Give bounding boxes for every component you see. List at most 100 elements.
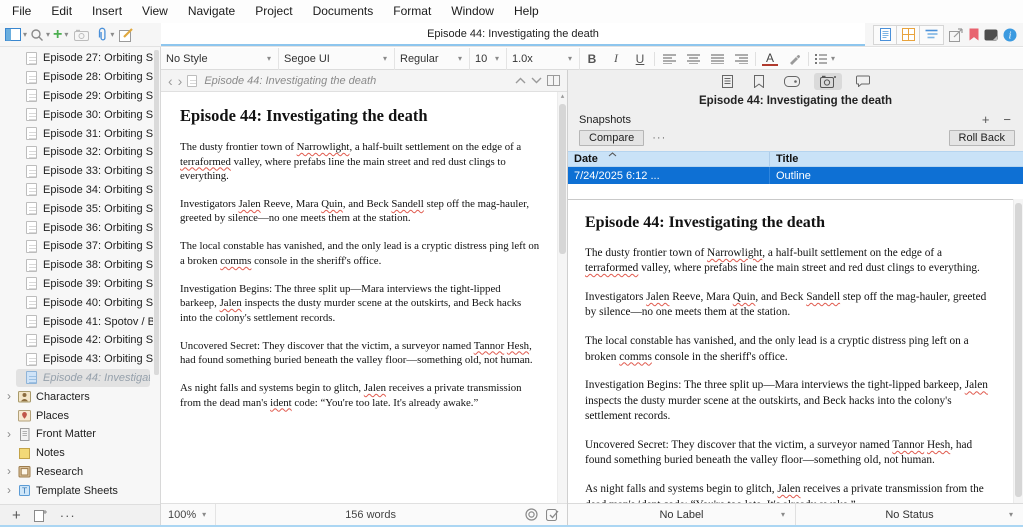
snapshot-add-button[interactable]: + bbox=[982, 112, 990, 127]
binder-item-document[interactable]: Episode 40: Orbiting Spotov bbox=[0, 293, 153, 312]
snapshot-button-disabled[interactable] bbox=[74, 29, 89, 41]
list-format-button[interactable]: ▾ bbox=[811, 54, 841, 64]
share-export-button[interactable] bbox=[949, 28, 964, 42]
menu-view[interactable]: View bbox=[132, 0, 178, 23]
font-size-dropdown[interactable]: 10▾ bbox=[470, 48, 507, 70]
snapshots-more-button[interactable]: ··· bbox=[652, 132, 666, 144]
project-bookmark-button[interactable] bbox=[969, 28, 979, 41]
binder-item-document[interactable]: Episode 33: Orbiting Spoto... bbox=[0, 162, 153, 181]
binder-item-template-sheets[interactable]: ›TTemplate Sheets bbox=[0, 481, 153, 500]
italic-button[interactable]: I bbox=[604, 51, 628, 66]
binder-toggle-button[interactable]: ▾ bbox=[5, 28, 29, 42]
binder-item-document[interactable]: Episode 41: Spotov / Burg ... bbox=[0, 312, 153, 331]
snapshot-remove-button[interactable]: − bbox=[1003, 112, 1011, 127]
style-dropdown[interactable]: No Style▾ bbox=[161, 48, 279, 70]
binder-item-document[interactable]: Episode 31: Orbiting Spoto... bbox=[0, 124, 153, 143]
binder-item-document[interactable]: Episode 39: Orbiting Spoto... bbox=[0, 275, 153, 294]
binder-item-notes[interactable]: Notes bbox=[0, 444, 153, 463]
compare-button[interactable]: Compare bbox=[579, 130, 644, 146]
rollback-button[interactable]: Roll Back bbox=[949, 130, 1015, 146]
text-color-button[interactable]: A bbox=[762, 52, 778, 66]
nav-forward-button[interactable]: › bbox=[178, 72, 183, 90]
inspector-toggle-button[interactable]: i bbox=[1003, 28, 1017, 42]
binder-item-document[interactable]: Episode 42: Orbiting Spotov bbox=[0, 331, 153, 350]
binder-item-places[interactable]: Places bbox=[0, 406, 153, 425]
editor-text-area[interactable]: Episode 44: Investigating the deathThe d… bbox=[161, 92, 557, 503]
binder-add-document-button[interactable] bbox=[34, 508, 47, 522]
menu-format[interactable]: Format bbox=[383, 0, 441, 23]
font-family-dropdown[interactable]: Segoe UI▾ bbox=[279, 48, 395, 70]
binder-add-button[interactable]: + bbox=[12, 507, 21, 524]
tab-snapshots[interactable] bbox=[814, 73, 842, 90]
bookmarks-button[interactable]: ▾ bbox=[96, 27, 116, 42]
document-view-button[interactable] bbox=[874, 26, 897, 44]
label-dropdown[interactable]: No Label ▾ bbox=[568, 504, 795, 525]
expand-chevron-icon[interactable]: › bbox=[7, 391, 18, 402]
column-header-title[interactable]: Title bbox=[769, 152, 1023, 166]
nav-back-button[interactable]: ‹ bbox=[168, 72, 173, 90]
menu-window[interactable]: Window bbox=[441, 0, 504, 23]
scrollbar-up-arrow[interactable]: ▴ bbox=[558, 92, 567, 102]
menu-documents[interactable]: Documents bbox=[303, 0, 384, 23]
menu-edit[interactable]: Edit bbox=[41, 0, 82, 23]
tab-comments[interactable] bbox=[850, 73, 876, 89]
editor-scrollbar-thumb[interactable] bbox=[559, 104, 566, 254]
outliner-view-button[interactable] bbox=[920, 26, 943, 44]
line-spacing-dropdown[interactable]: 1.0x▾ bbox=[507, 48, 580, 70]
binder-more-button[interactable]: ··· bbox=[60, 508, 76, 523]
font-weight-dropdown[interactable]: Regular▾ bbox=[395, 48, 470, 70]
zoom-dropdown[interactable]: 100% ▾ bbox=[161, 504, 216, 525]
binder-scrollbar-thumb[interactable] bbox=[154, 50, 159, 375]
underline-button[interactable]: U bbox=[628, 52, 652, 66]
menu-project[interactable]: Project bbox=[245, 0, 302, 23]
preview-scrollbar[interactable] bbox=[1013, 199, 1023, 503]
tab-notes[interactable] bbox=[715, 72, 740, 90]
binder-item-characters[interactable]: ›Characters bbox=[0, 387, 153, 406]
column-header-date[interactable]: Date bbox=[568, 153, 769, 165]
expand-chevron-icon[interactable]: › bbox=[7, 485, 18, 496]
expand-chevron-icon[interactable]: › bbox=[7, 429, 18, 440]
writing-target-button[interactable] bbox=[525, 508, 538, 521]
align-center-button[interactable] bbox=[681, 54, 705, 64]
binder-item-document[interactable]: Episode 29: Orbiting Spoto... bbox=[0, 87, 153, 106]
previous-document-button[interactable] bbox=[515, 77, 526, 84]
split-editor-button[interactable] bbox=[547, 75, 560, 86]
preview-scrollbar-thumb[interactable] bbox=[1015, 203, 1022, 497]
todo-check-button[interactable] bbox=[546, 508, 559, 521]
status-dropdown[interactable]: No Status ▾ bbox=[795, 504, 1023, 525]
tab-metadata[interactable] bbox=[778, 74, 806, 89]
align-left-button[interactable] bbox=[657, 54, 681, 64]
binder-item-document[interactable]: Episode 27: Orbiting Spoto... bbox=[0, 49, 153, 68]
compose-mode-button[interactable] bbox=[119, 28, 134, 42]
expand-chevron-icon[interactable]: › bbox=[7, 466, 18, 477]
editor-scrollbar[interactable]: ▴ bbox=[557, 92, 567, 503]
snapshot-preview[interactable]: Episode 44: Investigating the deathThe d… bbox=[568, 199, 1023, 503]
binder-item-document[interactable]: Episode 32: Orbiting Spoto... bbox=[0, 143, 153, 162]
corkboard-view-button[interactable] bbox=[897, 26, 920, 44]
binder-item-document[interactable]: Episode 34: Orbiting Spoto... bbox=[0, 181, 153, 200]
binder-scrollbar[interactable] bbox=[154, 50, 159, 502]
focus-mode-button[interactable] bbox=[984, 29, 998, 41]
menu-insert[interactable]: Insert bbox=[82, 0, 132, 23]
binder-item-document[interactable]: Episode 35: Orbiting Spoto... bbox=[0, 199, 153, 218]
align-justify-button[interactable] bbox=[705, 54, 729, 64]
binder-item-document[interactable]: Episode 37: Orbiting Spoto... bbox=[0, 237, 153, 256]
binder-item-research[interactable]: ›Research bbox=[0, 463, 153, 482]
align-right-button[interactable] bbox=[729, 54, 753, 64]
add-item-button[interactable]: + ▾ bbox=[53, 28, 70, 42]
binder-item-document[interactable]: Episode 43: Orbiting Spoto... bbox=[0, 350, 153, 369]
binder-item-document[interactable]: Episode 44: Investigating th... bbox=[16, 369, 150, 388]
highlight-button[interactable] bbox=[782, 53, 806, 65]
binder-item-document[interactable]: Episode 30: Orbiting Spoto... bbox=[0, 105, 153, 124]
menu-navigate[interactable]: Navigate bbox=[178, 0, 245, 23]
menu-file[interactable]: File bbox=[2, 0, 41, 23]
snapshot-row[interactable]: 7/24/2025 6:12 ...Outline bbox=[568, 167, 1023, 184]
next-document-button[interactable] bbox=[531, 77, 542, 84]
binder-item-document[interactable]: Episode 38: Orbiting Spoto... bbox=[0, 256, 153, 275]
search-button[interactable]: ▾ bbox=[30, 28, 52, 42]
tab-bookmarks[interactable] bbox=[748, 73, 770, 90]
menu-help[interactable]: Help bbox=[504, 0, 549, 23]
bold-button[interactable]: B bbox=[580, 52, 604, 66]
binder-item-front-matter[interactable]: ›Front Matter bbox=[0, 425, 153, 444]
binder-item-document[interactable]: Episode 28: Orbiting Spoto... bbox=[0, 68, 153, 87]
